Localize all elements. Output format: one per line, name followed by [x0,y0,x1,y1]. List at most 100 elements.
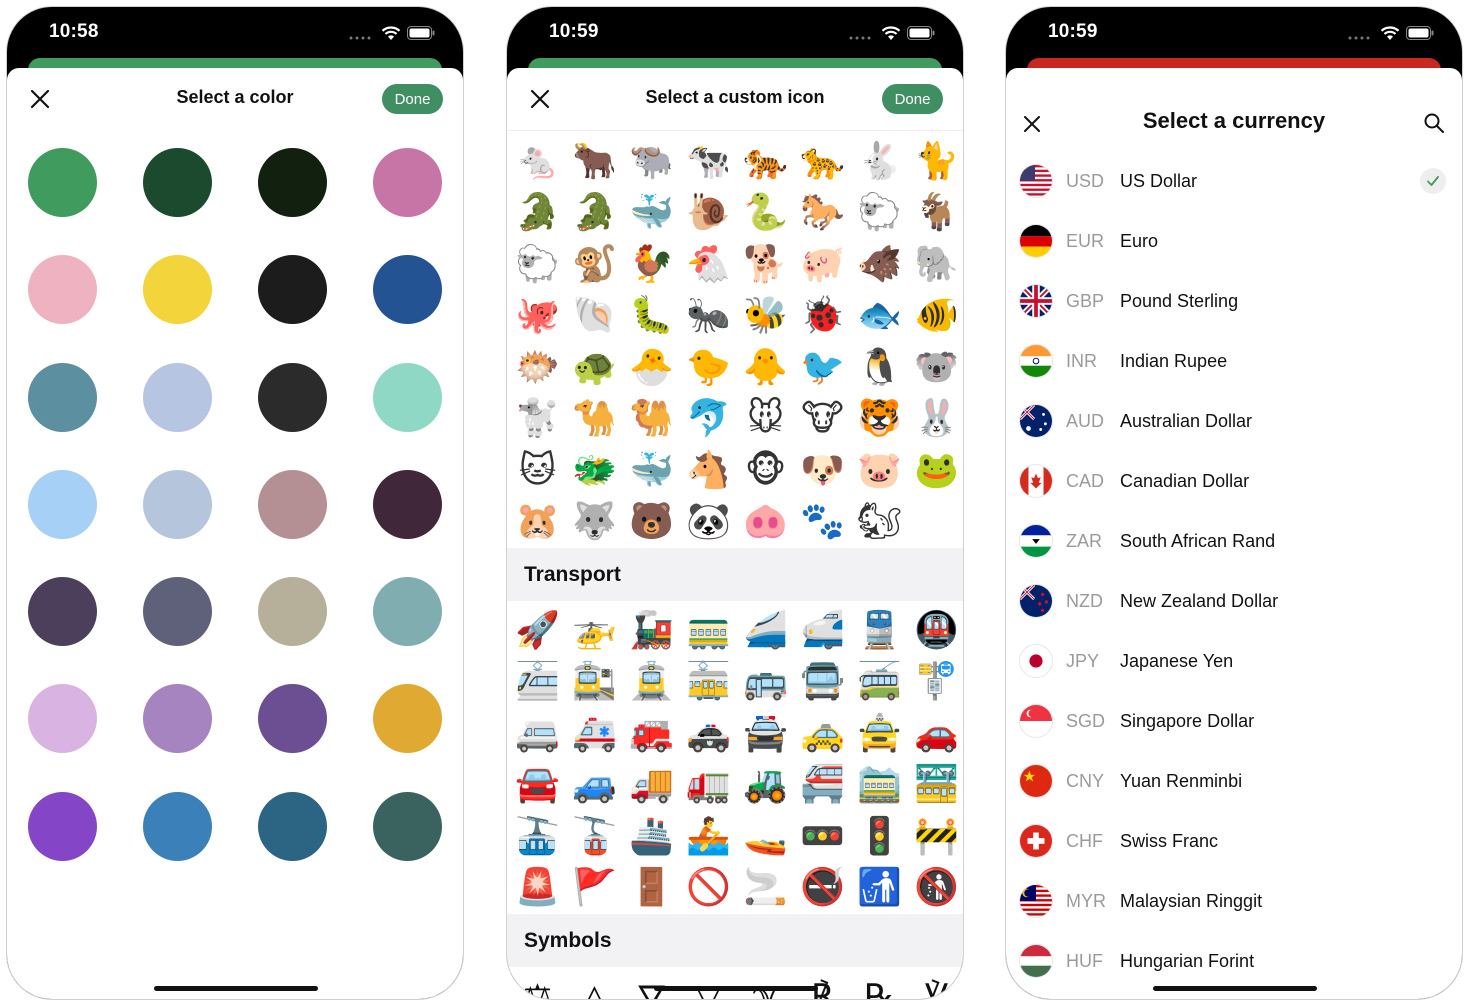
color-swatch[interactable] [143,148,212,217]
icon-option[interactable]: 🚆 [851,605,908,657]
icon-option[interactable]: 🚎 [851,657,908,709]
icon-option[interactable]: 🚨 [509,863,566,915]
color-swatch[interactable] [258,362,327,432]
icon-option[interactable]: 🐽 [737,497,794,549]
color-swatch[interactable] [373,148,442,217]
icon-option[interactable]: 🚌 [737,657,794,709]
icon-option[interactable]: 🐖 [794,239,851,291]
icon-option[interactable]: 🚜 [737,760,794,812]
icon-option[interactable]: 🐵 [737,445,794,497]
icon-option[interactable]: 🐙 [509,291,566,343]
color-swatch[interactable] [373,577,442,647]
color-swatch[interactable] [258,791,327,861]
color-swatch[interactable] [28,469,97,539]
icon-option[interactable]: 🐾 [794,497,851,549]
icon-option[interactable]: 🐝 [737,291,794,343]
icon-option[interactable]: 🚯 [908,863,963,915]
icon-option[interactable]: 🐁 [509,136,566,188]
icon-option[interactable]: 🚞 [851,760,908,812]
done-button[interactable]: Done [382,84,443,114]
icon-option[interactable]: ℞ [851,971,908,999]
color-swatch[interactable] [143,684,212,754]
icon-option[interactable]: 🚝 [794,760,851,812]
icon-option[interactable]: 🐡 [509,342,566,394]
icon-option[interactable]: 🚚 [623,760,680,812]
icon-option[interactable]: 🐳 [623,188,680,240]
color-swatch[interactable] [143,362,212,432]
icon-option[interactable]: 🚍 [794,657,851,709]
icon-option[interactable]: 🐧 [851,342,908,394]
icon-option[interactable]: 🐅 [737,136,794,188]
color-swatch[interactable] [373,255,442,325]
icon-option[interactable]: 🐴 [680,445,737,497]
icon-option[interactable]: 🚛 [680,760,737,812]
icon-option[interactable]: 🐸 [908,445,963,497]
icon-option[interactable]: 🐍 [737,188,794,240]
icon-option[interactable]: 🐕 [737,239,794,291]
icon-option[interactable]: 🐶 [794,445,851,497]
icon-option[interactable]: 🐱 [509,445,566,497]
icon-option[interactable]: 🚋 [680,657,737,709]
icon-option[interactable]: 🚄 [737,605,794,657]
icon-option[interactable]: 🚟 [908,760,963,812]
icon-option[interactable]: ▽ [680,971,737,999]
currency-row[interactable]: HUF Hungarian Forint [1006,932,1462,992]
icon-option[interactable]: 🐮 [794,394,851,446]
currency-row[interactable]: SGD Singapore Dollar [1006,692,1462,752]
icon-option[interactable]: 🐒 [566,239,623,291]
color-swatch[interactable] [373,791,442,861]
icon-option[interactable]: 🚏 [908,657,963,709]
icon-option[interactable]: 🚢 [623,811,680,863]
icon-option[interactable]: ⚖ [509,971,566,999]
icon-option[interactable]: ℟ [794,971,851,999]
icon-option[interactable]: 🐢 [566,342,623,394]
currency-row[interactable]: EUR Euro [1006,212,1462,272]
icon-option[interactable]: 🚬 [737,863,794,915]
icon-option[interactable]: 🚣 [680,811,737,863]
icon-option[interactable]: 🐻 [623,497,680,549]
icon-option[interactable]: 🐚 [566,291,623,343]
icon-option[interactable]: 🐼 [680,497,737,549]
icon-option[interactable]: △ [566,971,623,999]
icon-option[interactable]: 🐄 [680,136,737,188]
currency-row[interactable]: ZAR South African Rand [1006,512,1462,572]
icon-option[interactable]: 🚡 [566,811,623,863]
icon-option[interactable]: 🚥 [794,811,851,863]
icon-option[interactable]: 🚮 [851,863,908,915]
color-swatch[interactable] [143,577,212,647]
icon-option[interactable]: 🐆 [794,136,851,188]
icon-option[interactable]: 🐺 [566,497,623,549]
icon-option[interactable]: 🚧 [908,811,963,863]
icon-option[interactable]: 🚖 [851,708,908,760]
currency-row[interactable]: CHF Swiss Franc [1006,812,1462,872]
icon-option[interactable]: 🚅 [794,605,851,657]
icon-option[interactable]: 🚕 [794,708,851,760]
icon-option[interactable]: 🐔 [680,239,737,291]
icon-option[interactable]: ⛛ [623,971,680,999]
icon-option[interactable]: 🐌 [680,188,737,240]
color-swatch[interactable] [28,791,97,861]
icon-option[interactable]: 🐎 [794,188,851,240]
currency-row[interactable]: NZD New Zealand Dollar [1006,572,1462,632]
icon-option[interactable]: 🐞 [794,291,851,343]
icon-option[interactable]: 🐇 [851,136,908,188]
icon-option[interactable]: 🐯 [851,394,908,446]
icon-option[interactable]: 🚈 [509,657,566,709]
color-swatch[interactable] [28,362,97,432]
currency-row[interactable]: INR Indian Rupee [1006,332,1462,392]
currency-row[interactable]: GBP Pound Sterling [1006,272,1462,332]
icon-option[interactable]: 🐩 [509,394,566,446]
currency-row[interactable]: JPY Japanese Yen [1006,632,1462,692]
icon-option[interactable]: 🐤 [680,342,737,394]
icon-option[interactable]: 🐑 [851,188,908,240]
icon-option[interactable]: 🚀 [509,605,566,657]
color-swatch[interactable] [258,469,327,539]
icon-scroll-area[interactable]: 🐁 🐂 🐃 🐄 🐅 🐆 🐇 🐈 🐊 🐊 🐳 🐌 🐍 🐎 🐑 🐐 🐑 🐒 🐓 🐔 🐕 🐖 🐗 🐘 🐙 🐚 🐛 🐜 🐝 🐞 🐟 🐠 🐡 🐢 🐣 🐤 🐥 🐦 🐧 🐨… [507,132,963,999]
icon-option[interactable]: 🚊 [623,657,680,709]
icon-option[interactable]: 🚩 [566,863,623,915]
color-swatch[interactable] [143,791,212,861]
icon-option[interactable]: ℣ [908,971,963,999]
icon-option[interactable]: 🚘 [509,760,566,812]
done-button[interactable]: Done [882,84,943,114]
color-swatch[interactable] [28,255,97,325]
